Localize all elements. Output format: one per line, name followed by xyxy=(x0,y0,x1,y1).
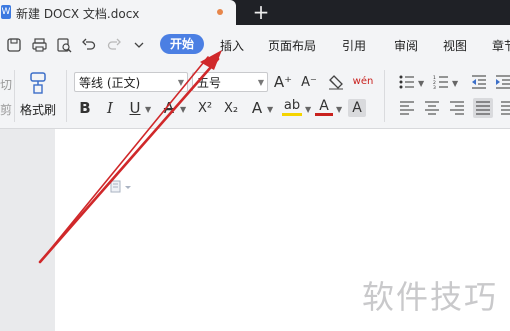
annotation-arrow xyxy=(38,50,222,264)
